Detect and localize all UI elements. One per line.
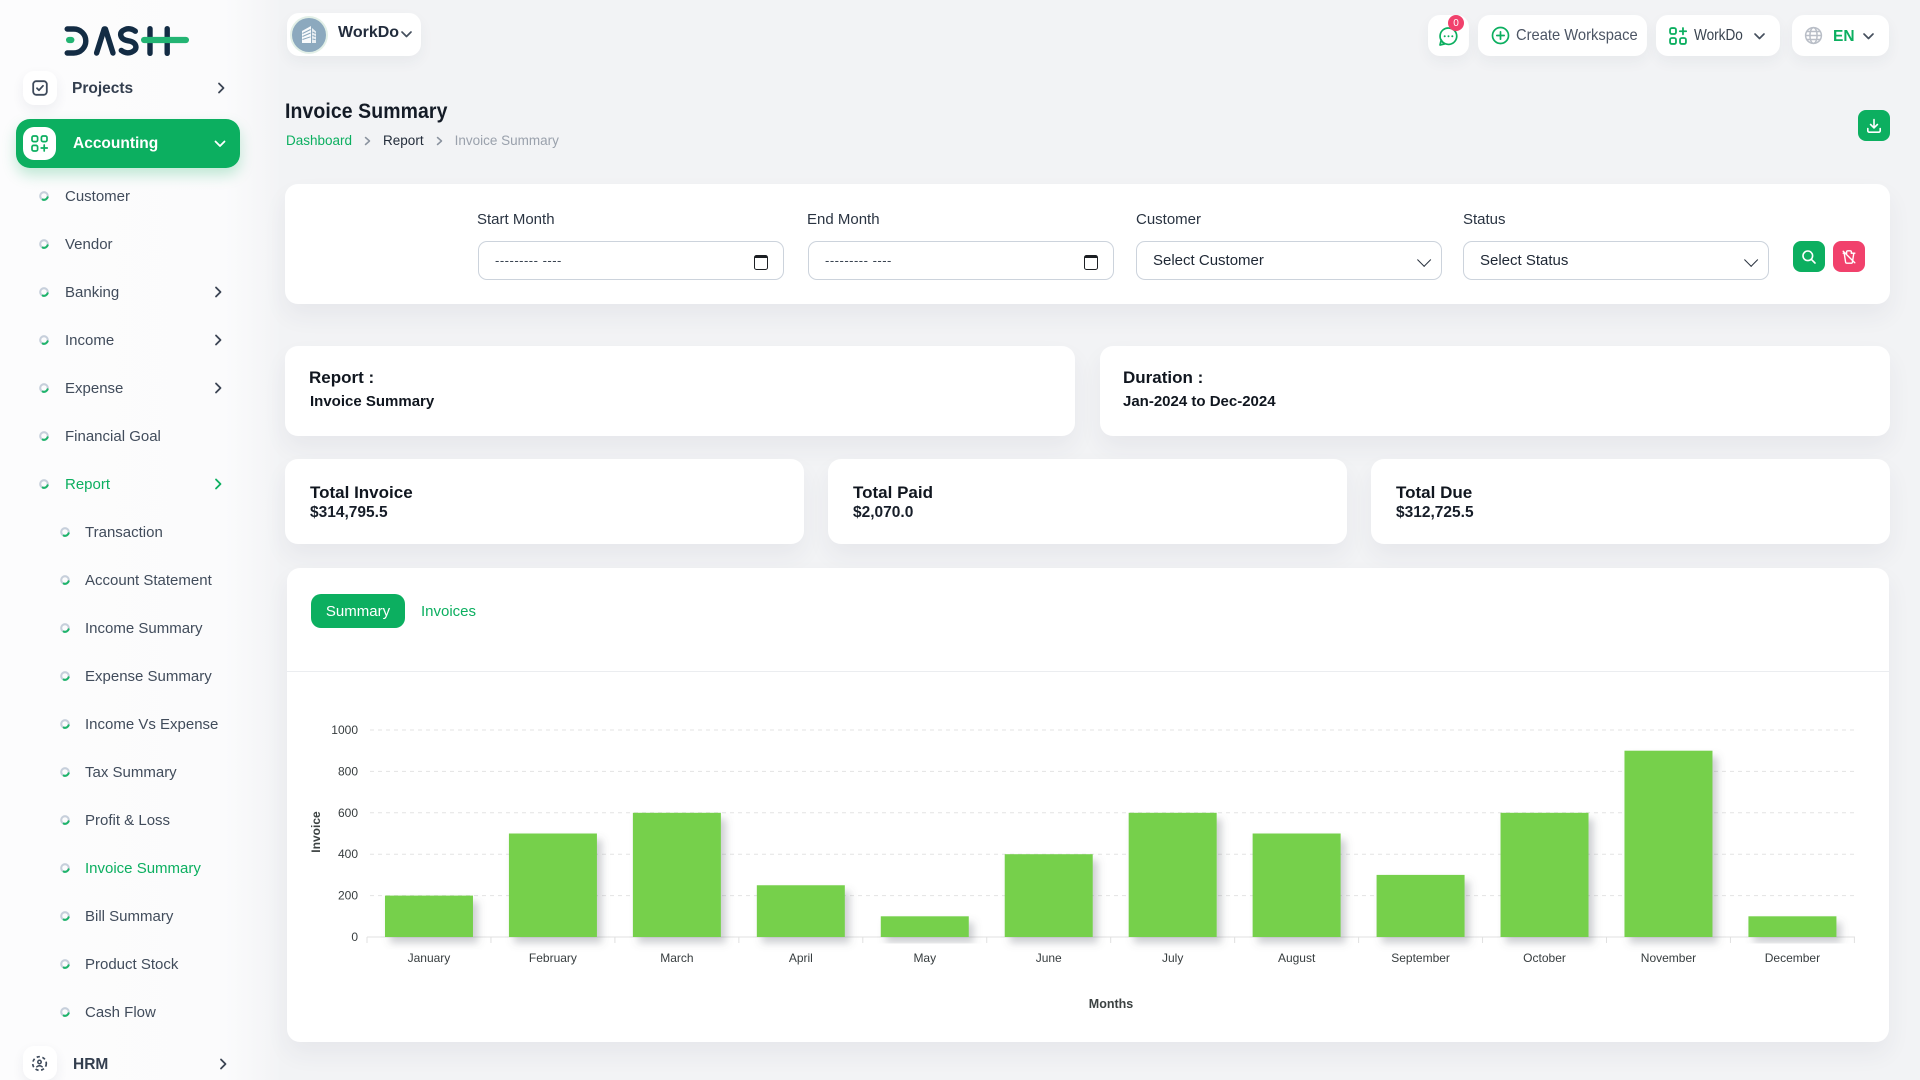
svg-text:Months: Months: [1089, 997, 1133, 1011]
svg-text:June: June: [1036, 951, 1062, 965]
svg-text:Invoice: Invoice: [309, 811, 323, 853]
svg-text:November: November: [1641, 951, 1696, 965]
svg-text:March: March: [660, 951, 693, 965]
svg-text:December: December: [1765, 951, 1820, 965]
svg-text:January: January: [408, 951, 451, 965]
svg-text:1000: 1000: [331, 723, 358, 737]
svg-text:October: October: [1523, 951, 1566, 965]
svg-text:600: 600: [338, 806, 358, 820]
svg-text:200: 200: [338, 889, 358, 903]
svg-text:April: April: [789, 951, 813, 965]
svg-text:May: May: [913, 951, 936, 965]
svg-text:September: September: [1391, 951, 1450, 965]
svg-text:February: February: [529, 951, 577, 965]
svg-text:0: 0: [351, 930, 358, 944]
svg-text:400: 400: [338, 847, 358, 861]
svg-text:800: 800: [338, 764, 358, 778]
svg-text:August: August: [1278, 951, 1316, 965]
svg-text:July: July: [1162, 951, 1183, 965]
